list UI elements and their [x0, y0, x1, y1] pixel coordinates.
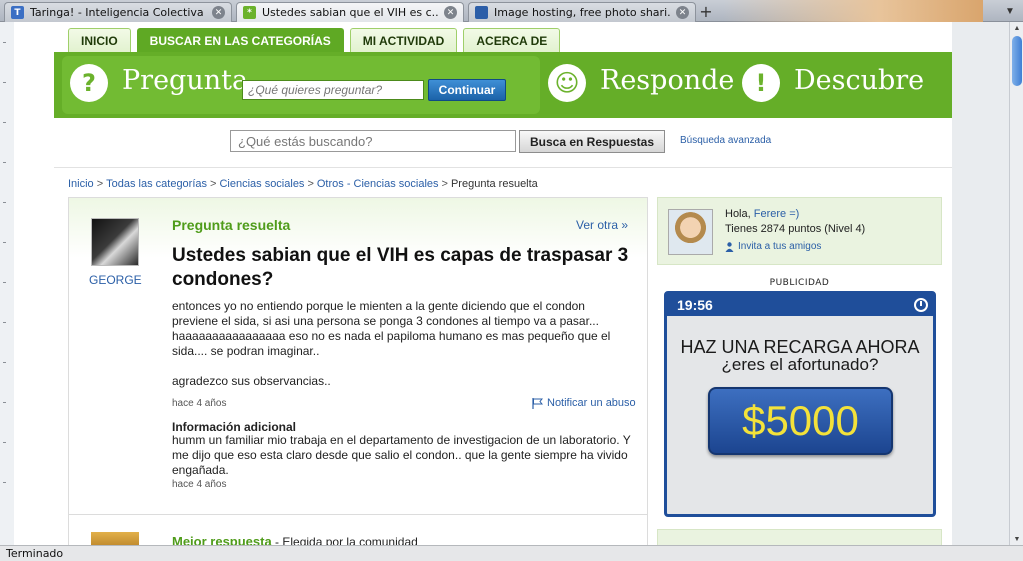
additional-info-body: humm un familiar mio trabaja en el depar… [172, 433, 631, 477]
breadcrumb-inicio[interactable]: Inicio [68, 178, 94, 190]
page-background-right [952, 22, 1009, 545]
answers-favicon-icon: * [243, 6, 256, 19]
browser-tab-image-hosting[interactable]: Image hosting, free photo shari... ✕ [468, 2, 696, 22]
nav-tab-acerca-de[interactable]: ACERCA DE [463, 28, 561, 52]
left-window-edge [0, 22, 14, 545]
image-hosting-favicon-icon [475, 6, 488, 19]
nav-tab-mi-actividad[interactable]: MI ACTIVIDAD [349, 28, 458, 52]
question-body: entonces yo no entiendo porque le miente… [172, 299, 632, 404]
tab-label: Ustedes sabian que el VIH es c... [262, 6, 438, 19]
categories-box [657, 529, 942, 545]
report-abuse-label: Notificar un abuso [547, 397, 636, 409]
ad-prize-button[interactable]: $5000 [708, 387, 893, 455]
question-body-paragraph: entonces yo no entiendo porque le miente… [172, 299, 611, 358]
question-timestamp: hace 4 años [172, 398, 227, 409]
breadcrumb-categorias[interactable]: Todas las categorías [106, 178, 207, 190]
best-answer-label: Mejor respuesta [172, 534, 272, 545]
new-tab-button[interactable]: + [697, 2, 715, 21]
site-nav: INICIO BUSCAR EN LAS CATEGORÍAS MI ACTIV… [68, 28, 566, 52]
smiley-icon: ☺ [548, 64, 586, 102]
asker-avatar[interactable] [91, 218, 139, 266]
ad-clock: 19:56 [677, 297, 713, 313]
ask-title: Pregunta [122, 65, 249, 96]
see-other-link[interactable]: Ver otra » [576, 218, 628, 232]
advertisement[interactable]: 19:56 HAZ UNA RECARGA AHORA ¿eres el afo… [664, 291, 936, 517]
scrollbar-thumb[interactable] [1012, 36, 1022, 86]
browser-tab-taringa[interactable]: T Taringa! - Inteligencia Colectiva ✕ [4, 2, 232, 22]
invite-friends-label: Invita a tus amigos [738, 241, 822, 252]
additional-info-title: Información adicional [172, 420, 297, 434]
report-abuse-link[interactable]: Notificar un abuso [532, 397, 636, 409]
question-status: Pregunta resuelta [172, 217, 291, 233]
question-body-paragraph: agradezco sus observancias.. [172, 374, 331, 388]
tab-label: Taringa! - Inteligencia Colectiva [30, 6, 204, 19]
ad-label: PUBLICIDAD [769, 278, 830, 288]
scroll-up-icon[interactable]: ▲ [1010, 22, 1023, 34]
additional-info-timestamp: hace 4 años [172, 479, 227, 490]
breadcrumb-current: Pregunta resuelta [450, 178, 538, 190]
asker-name[interactable]: GEORGE [89, 273, 142, 287]
continue-button[interactable]: Continuar [428, 79, 506, 101]
nav-tab-inicio[interactable]: INICIO [68, 28, 131, 52]
greeting-text: Hola, [725, 208, 754, 220]
scroll-down-icon[interactable]: ▼ [1010, 533, 1023, 545]
browser-status-bar: Terminado [0, 545, 1023, 561]
tab-close-icon[interactable]: ✕ [676, 6, 689, 19]
section-divider [69, 514, 647, 515]
ad-header: 19:56 [667, 294, 933, 316]
tab-close-icon[interactable]: ✕ [212, 6, 225, 19]
invite-friends-link[interactable]: Invita a tus amigos [725, 241, 821, 252]
question-card: GEORGE Pregunta resuelta Ver otra » Uste… [68, 197, 648, 545]
tab-label: Image hosting, free photo shari... [494, 6, 670, 19]
best-answer-detail: - Elegida por la comunidad [271, 535, 418, 545]
discover-title[interactable]: Descubre [794, 65, 924, 96]
breadcrumb: Inicio > Todas las categorías > Ciencias soc… [68, 178, 538, 190]
breadcrumb-ciencias-sociales[interactable]: Ciencias sociales [219, 178, 304, 190]
question-mark-icon: ? [70, 64, 108, 102]
user-summary: Hola, Ferere =) Tienes 2874 puntos (Nive… [657, 197, 942, 265]
advanced-search-link[interactable]: Búsqueda avanzada [680, 135, 771, 146]
search-bar: ¿Qué estás buscando? Busca en Respuestas… [54, 118, 952, 168]
tab-list-chevron-down-icon[interactable]: ▼ [1003, 4, 1017, 18]
search-button[interactable]: Busca en Respuestas [519, 130, 665, 153]
tab-close-icon[interactable]: ✕ [444, 6, 457, 19]
user-points: Tienes 2874 puntos (Nivel 4) [725, 223, 866, 235]
flag-icon [532, 397, 543, 409]
vertical-scrollbar[interactable]: ▲ ▼ [1009, 22, 1023, 545]
answerer-avatar[interactable] [91, 532, 139, 545]
browser-tab-strip: T Taringa! - Inteligencia Colectiva ✕ * … [0, 0, 1023, 22]
user-name-link[interactable]: Ferere =) [754, 208, 800, 220]
ask-input[interactable]: ¿Qué quieres preguntar? [242, 80, 424, 100]
question-title: Ustedes sabian que el VIH es capas de tr… [172, 245, 629, 290]
tabstrip-decoration [723, 0, 983, 22]
ad-subheadline: ¿eres el afortunado? [721, 355, 879, 374]
browser-tab-question[interactable]: * Ustedes sabian que el VIH es c... ✕ [236, 2, 464, 22]
clock-icon [914, 298, 928, 312]
nav-tab-categorias[interactable]: BUSCAR EN LAS CATEGORÍAS [136, 28, 344, 52]
user-greeting: Hola, Ferere =) [725, 208, 799, 220]
answer-title[interactable]: Responde [600, 65, 734, 96]
best-answer-heading: Mejor respuesta - Elegida por la comunid… [172, 534, 418, 545]
taringa-favicon-icon: T [11, 6, 24, 19]
breadcrumb-otros[interactable]: Otros - Ciencias sociales [317, 178, 439, 190]
web-page: INICIO BUSCAR EN LAS CATEGORÍAS MI ACTIV… [54, 22, 952, 545]
exclamation-icon: ! [742, 64, 780, 102]
user-avatar[interactable] [668, 209, 713, 255]
person-icon [725, 241, 734, 252]
search-input[interactable]: ¿Qué estás buscando? [230, 130, 516, 152]
